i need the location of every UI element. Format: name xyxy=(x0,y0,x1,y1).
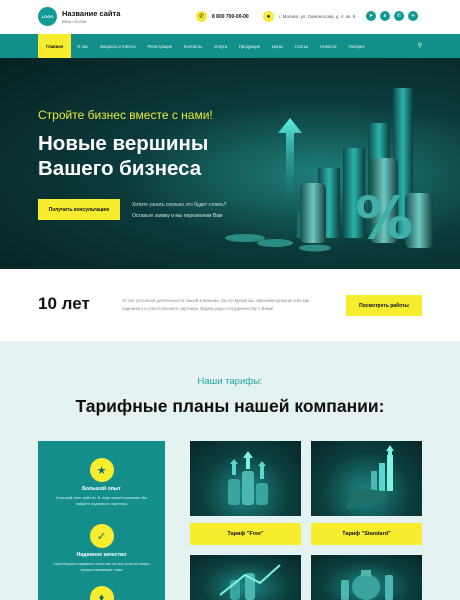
years-description: 10 лет успешной деятельности нашей компа… xyxy=(122,298,309,312)
search-icon[interactable]: ⚲ xyxy=(418,42,422,49)
chart-illustration xyxy=(219,564,281,600)
hero-title: Новые вершины Вашего бизнеса xyxy=(38,132,209,180)
site-title[interactable]: Название сайта xyxy=(62,9,120,18)
nav-item-prices[interactable]: Цены xyxy=(266,34,289,58)
feature-text: Гарантируем надежное качество на все усл… xyxy=(53,562,150,573)
vk-icon[interactable]: в xyxy=(380,11,390,21)
telegram-alt-icon[interactable]: ✈ xyxy=(408,11,418,21)
phone-number[interactable]: 8 800 700-00-00 xyxy=(212,14,249,20)
shield-icon: ♦ xyxy=(89,586,114,600)
years-number: 10 лет xyxy=(38,294,90,313)
growth-arrow xyxy=(278,118,302,198)
tariff-standard-label[interactable]: Тариф "Standard" xyxy=(311,523,422,545)
percent-symbol: % xyxy=(355,184,413,252)
feature-text: Большой опыт работы. В лице нашей компан… xyxy=(56,496,147,507)
feature-title: Большой опыт xyxy=(82,486,121,492)
page: LOGO Название сайта Ваш слоган ✆ 8 800 7… xyxy=(0,0,460,600)
site-slogan: Ваш слоган xyxy=(62,19,87,24)
nav-item-articles[interactable]: Статьи xyxy=(289,34,315,58)
features-panel: ★ Большой опыт Большой опыт работы. В ли… xyxy=(38,441,165,600)
nav-item-home[interactable]: Главная xyxy=(38,34,72,58)
tariffs-title: Тарифные планы нашей компании: xyxy=(75,396,385,416)
telegram-icon[interactable]: ➤ xyxy=(366,11,376,21)
hero-note-line1: Хотите узнать сколько это будет стоить? xyxy=(132,202,227,208)
tariff-fourth-image[interactable] xyxy=(311,555,422,600)
view-works-button[interactable]: Посмотреть работы xyxy=(346,295,422,316)
nav-item-services[interactable]: Услуги xyxy=(208,34,233,58)
badge-icon: ✓ xyxy=(89,524,114,548)
experience-section: 10 лет 10 лет успешной деятельности наше… xyxy=(0,269,460,341)
logo[interactable]: LOGO xyxy=(38,7,57,26)
phone-icon: ✆ xyxy=(196,11,207,22)
tariffs-section: Наши тарифы: Тарифные планы нашей компан… xyxy=(0,341,460,600)
hero-section: % Стройте бизнес вместе с нами! Новые ве… xyxy=(0,58,460,269)
coins-illustration xyxy=(228,451,268,505)
nav-item-faq[interactable]: Вопросы и ответы xyxy=(94,34,141,58)
nav-item-contacts[interactable]: Контакты xyxy=(178,34,208,58)
feature-quality: ✓ Надежное качество Гарантируем надежное… xyxy=(38,524,165,574)
feature-title: Надежное качество xyxy=(76,552,127,558)
tariff-free-label[interactable]: Тариф "Free" xyxy=(190,523,301,545)
feature-third: ♦ xyxy=(38,586,165,600)
nav-item-gallery[interactable]: Галерея xyxy=(342,34,370,58)
location-icon: ● xyxy=(263,11,274,22)
main-nav: Главная О нас Вопросы и ответы Регистрац… xyxy=(0,34,460,58)
address: г. Москва, ул. Ломоносова, д. 4, кв. 5 xyxy=(279,14,356,19)
tariffs-pretitle: Наши тарифы: xyxy=(197,376,263,387)
tariff-standard-image[interactable] xyxy=(311,441,422,516)
social-links: ➤ в ✆ ✈ xyxy=(366,11,418,21)
tariff-third-image[interactable] xyxy=(190,555,301,600)
hero-note: Хотите узнать сколько это будет стоить? … xyxy=(132,200,226,222)
nav-item-products[interactable]: Продукция xyxy=(233,34,266,58)
hero-note-line2: Оставьте заявку и мы перезвоним Вам xyxy=(132,213,223,219)
tariff-free-image[interactable] xyxy=(190,441,301,516)
whatsapp-icon[interactable]: ✆ xyxy=(394,11,404,21)
nav-item-about[interactable]: О нас xyxy=(71,34,94,58)
nav-item-news[interactable]: Новости xyxy=(314,34,342,58)
header: LOGO Название сайта Ваш слоган ✆ 8 800 7… xyxy=(0,0,460,34)
award-icon: ★ xyxy=(89,458,114,482)
nav-item-registration[interactable]: Регистрация xyxy=(141,34,177,58)
feature-experience: ★ Большой опыт Большой опыт работы. В ли… xyxy=(38,458,165,508)
consultation-button[interactable]: Получить консультацию xyxy=(38,199,120,220)
hero-subtitle: Стройте бизнес вместе с нами! xyxy=(38,108,213,122)
hand-growth-illustration xyxy=(346,445,394,510)
money-bag-illustration xyxy=(341,570,393,600)
